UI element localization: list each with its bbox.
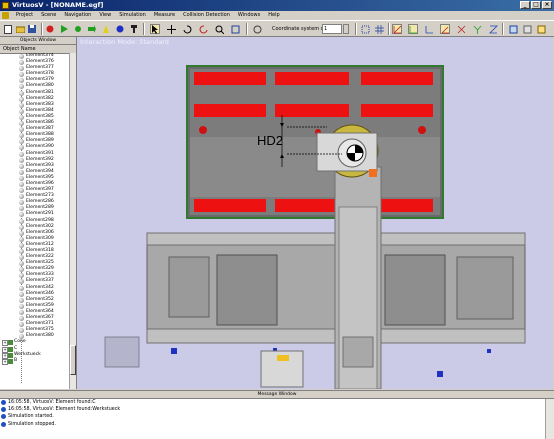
menu-project[interactable]: Project — [12, 11, 37, 20]
axis-x-icon[interactable] — [456, 24, 466, 34]
menu-navigation[interactable]: Navigation — [60, 11, 95, 20]
wireframe-icon[interactable] — [360, 24, 370, 34]
marker-icon[interactable] — [129, 24, 139, 34]
new-file-icon[interactable] — [3, 24, 13, 34]
tree-group-label: B — [14, 357, 18, 363]
menu-measure[interactable]: Measure — [150, 11, 179, 20]
group-icon — [8, 358, 13, 364]
select-cursor-icon[interactable] — [150, 24, 160, 34]
zoom-icon[interactable] — [214, 24, 224, 34]
window-controls: _ □ × — [520, 1, 552, 9]
grid-icon[interactable] — [374, 24, 384, 34]
toolbar: Coordinate system size: 1 — [0, 20, 554, 37]
close-button[interactable]: × — [542, 1, 552, 9]
info-icon — [1, 421, 6, 427]
window-title: VirtuosV - [NONAME.egf] — [12, 1, 104, 9]
fit-view-icon[interactable] — [230, 24, 240, 34]
message-line: Simulation started. — [0, 413, 554, 420]
menu-simulation[interactable]: Simulation — [115, 11, 150, 20]
stop-icon[interactable] — [115, 24, 125, 34]
red-block — [275, 72, 349, 85]
coord-size-spinner[interactable] — [343, 24, 349, 34]
message-line: Simulation stopped. — [0, 421, 554, 428]
objects-window: Objects Window Object Name Element374 Ele… — [0, 37, 77, 389]
record-icon[interactable] — [45, 24, 55, 34]
menu-scene[interactable]: Scene — [37, 11, 60, 20]
info-icon — [1, 414, 6, 420]
red-block — [361, 72, 433, 85]
message-text: 16:05:58, VirtuosV: Element found:Werkst… — [8, 407, 121, 413]
workpiece-preview — [104, 336, 140, 368]
view-top-icon[interactable] — [536, 24, 546, 34]
scene-drawing: HD2 — [104, 65, 526, 389]
message-window-caption: Message Window — [0, 391, 554, 399]
view-front-icon[interactable] — [508, 24, 518, 34]
open-folder-icon[interactable] — [15, 24, 25, 34]
light-icon[interactable] — [101, 24, 111, 34]
message-line: 16:05:58, VirtuosV: Element found:Werkst… — [0, 406, 554, 413]
tree-group[interactable]: + B — [0, 357, 69, 365]
message-text: 16:05:58, VirtuosV: Element found:C — [8, 400, 96, 405]
rotate-right-icon[interactable] — [198, 24, 208, 34]
axis-y-icon[interactable] — [472, 24, 482, 34]
play-icon[interactable] — [59, 24, 69, 34]
objects-window-caption: Objects Window — [0, 37, 76, 45]
menu-collision-detection[interactable]: Collision Detection — [179, 11, 234, 20]
info-icon — [1, 400, 6, 405]
axis-xyz-icon[interactable] — [392, 24, 402, 34]
coord-size-input[interactable]: 1 — [322, 24, 342, 34]
red-block — [194, 104, 266, 117]
orange-part — [369, 169, 377, 177]
message-text: Simulation started. — [8, 414, 54, 420]
scrollbar-thumb[interactable] — [70, 345, 76, 375]
navigate-icon[interactable] — [252, 24, 262, 34]
minimize-button[interactable]: _ — [520, 1, 530, 9]
axis-xy-icon[interactable] — [408, 24, 418, 34]
save-icon[interactable] — [27, 24, 37, 34]
move-icon[interactable] — [166, 24, 176, 34]
maximize-button[interactable]: □ — [531, 1, 541, 9]
menu-view[interactable]: View — [95, 11, 115, 20]
red-block — [361, 104, 433, 117]
hd2-annotation: HD2 — [257, 133, 283, 148]
info-icon — [1, 407, 6, 413]
message-text: Simulation stopped. — [8, 421, 57, 427]
document-icon — [2, 12, 9, 19]
menu-bar: Project Scene Navigation View Simulation… — [0, 11, 554, 20]
menu-help[interactable]: Help — [264, 11, 283, 20]
red-block — [275, 104, 349, 117]
app-icon — [2, 2, 9, 9]
message-window: Message Window 16:05:58, VirtuosV: Eleme… — [0, 390, 554, 439]
scene-viewport[interactable]: Interaction Mode: Standard HD2 — [77, 37, 553, 389]
rotate-icon[interactable] — [182, 24, 192, 34]
axis-xz-icon[interactable] — [440, 24, 450, 34]
red-marker — [199, 126, 207, 134]
title-bar: VirtuosV - [NONAME.egf] _ □ × — [0, 0, 554, 11]
view-side-icon[interactable] — [522, 24, 532, 34]
step-icon[interactable] — [87, 24, 97, 34]
message-line: 16:05:58, VirtuosV: Element found:C — [0, 399, 554, 406]
message-scrollbar[interactable] — [545, 399, 554, 439]
objects-scrollbar[interactable] — [69, 53, 76, 389]
axis-yz-icon[interactable] — [424, 24, 434, 34]
red-marker — [418, 126, 426, 134]
axis-z-icon[interactable] — [488, 24, 498, 34]
red-block — [194, 199, 266, 212]
object-tree: Element374 Element376 Element377 Element378… — [0, 53, 69, 389]
pause-icon[interactable] — [73, 24, 83, 34]
red-block — [194, 72, 266, 85]
menu-windows[interactable]: Windows — [234, 11, 264, 20]
